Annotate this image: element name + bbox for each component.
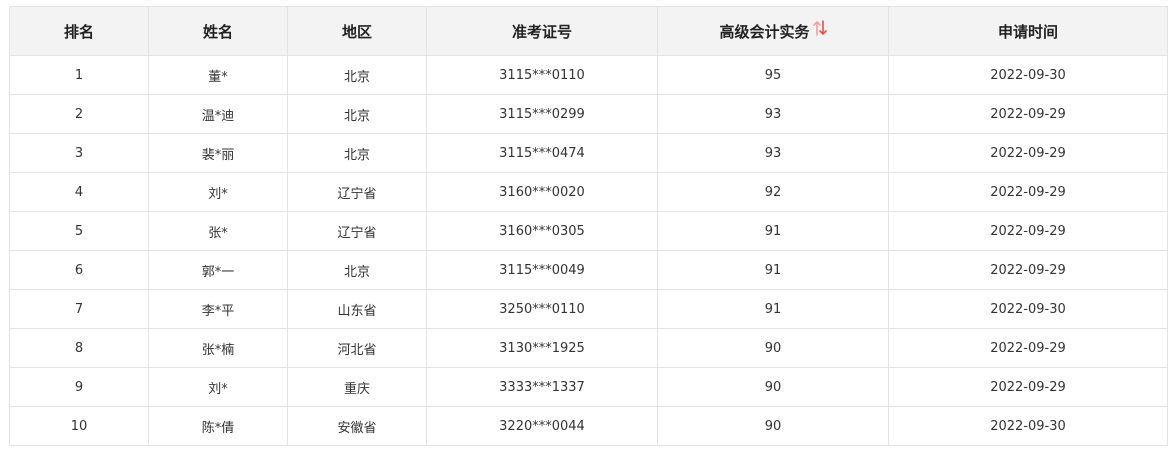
table-row: 2 温*迪 北京 3115***0299 93 2022-09-29 — [9, 94, 1168, 134]
cell-name: 董* — [148, 55, 288, 95]
table-row: 4 刘* 辽宁省 3160***0020 92 2022-09-29 — [9, 172, 1168, 212]
cell-apply-date: 2022-09-29 — [888, 367, 1168, 407]
cell-region: 北京 — [287, 133, 427, 173]
cell-apply-date: 2022-09-29 — [888, 211, 1168, 251]
cell-rank: 5 — [9, 211, 149, 251]
cell-ticket-number: 3115***0049 — [426, 250, 658, 290]
cell-region: 山东省 — [287, 289, 427, 329]
cell-region: 北京 — [287, 94, 427, 134]
header-row: 排名 姓名 地区 准考证号 高级会计实务 申请时间 — [9, 6, 1168, 56]
header-rank: 排名 — [9, 6, 149, 56]
table-row: 9 刘* 重庆 3333***1337 90 2022-09-29 — [9, 367, 1168, 407]
cell-score: 93 — [657, 133, 889, 173]
cell-apply-date: 2022-09-30 — [888, 406, 1168, 446]
cell-name: 郭*一 — [148, 250, 288, 290]
cell-rank: 8 — [9, 328, 149, 368]
cell-ticket-number: 3130***1925 — [426, 328, 658, 368]
cell-ticket-number: 3160***0020 — [426, 172, 658, 212]
table-body: 1 董* 北京 3115***0110 95 2022-09-30 2 温*迪 北京 3115**… — [9, 55, 1168, 446]
cell-score: 90 — [657, 328, 889, 368]
cell-apply-date: 2022-09-29 — [888, 133, 1168, 173]
cell-rank: 4 — [9, 172, 149, 212]
cell-score: 90 — [657, 406, 889, 446]
cell-ticket-number: 3220***0044 — [426, 406, 658, 446]
ranking-table-container: 排名 姓名 地区 准考证号 高级会计实务 申请时间 1 董* 北京 3115**… — [9, 6, 1168, 446]
cell-region: 重庆 — [287, 367, 427, 407]
cell-rank: 2 — [9, 94, 149, 134]
table-header: 排名 姓名 地区 准考证号 高级会计实务 申请时间 — [9, 6, 1168, 56]
cell-score: 91 — [657, 250, 889, 290]
cell-apply-date: 2022-09-30 — [888, 289, 1168, 329]
cell-apply-date: 2022-09-29 — [888, 172, 1168, 212]
cell-apply-date: 2022-09-29 — [888, 250, 1168, 290]
cell-apply-date: 2022-09-30 — [888, 55, 1168, 95]
table-row: 10 陈*倩 安徽省 3220***0044 90 2022-09-30 — [9, 406, 1168, 446]
cell-score: 91 — [657, 289, 889, 329]
cell-rank: 10 — [9, 406, 149, 446]
header-score-inner: 高级会计实务 — [719, 20, 827, 42]
cell-apply-date: 2022-09-29 — [888, 94, 1168, 134]
cell-rank: 9 — [9, 367, 149, 407]
table-row: 5 张* 辽宁省 3160***0305 91 2022-09-29 — [9, 211, 1168, 251]
cell-region: 河北省 — [287, 328, 427, 368]
cell-ticket-number: 3160***0305 — [426, 211, 658, 251]
table-row: 7 李*平 山东省 3250***0110 91 2022-09-30 — [9, 289, 1168, 329]
cell-ticket-number: 3333***1337 — [426, 367, 658, 407]
cell-score: 92 — [657, 172, 889, 212]
table-row: 8 张*楠 河北省 3130***1925 90 2022-09-29 — [9, 328, 1168, 368]
sort-arrows-icon[interactable] — [812, 20, 827, 40]
cell-score: 93 — [657, 94, 889, 134]
cell-ticket-number: 3250***0110 — [426, 289, 658, 329]
header-score-label: 高级会计实务 — [719, 22, 810, 41]
ranking-table: 排名 姓名 地区 准考证号 高级会计实务 申请时间 1 董* 北京 3115**… — [9, 6, 1168, 446]
cell-name: 陈*倩 — [148, 406, 288, 446]
cell-region: 北京 — [287, 250, 427, 290]
cell-name: 李*平 — [148, 289, 288, 329]
cell-name: 裴*丽 — [148, 133, 288, 173]
table-row: 6 郭*一 北京 3115***0049 91 2022-09-29 — [9, 250, 1168, 290]
table-row: 3 裴*丽 北京 3115***0474 93 2022-09-29 — [9, 133, 1168, 173]
cell-region: 北京 — [287, 55, 427, 95]
cell-name: 刘* — [148, 367, 288, 407]
cell-ticket-number: 3115***0110 — [426, 55, 658, 95]
cell-name: 张*楠 — [148, 328, 288, 368]
cell-name: 刘* — [148, 172, 288, 212]
cell-name: 温*迪 — [148, 94, 288, 134]
cell-region: 辽宁省 — [287, 211, 427, 251]
cell-score: 90 — [657, 367, 889, 407]
cell-rank: 1 — [9, 55, 149, 95]
cell-ticket-number: 3115***0299 — [426, 94, 658, 134]
cell-apply-date: 2022-09-29 — [888, 328, 1168, 368]
header-name: 姓名 — [148, 6, 288, 56]
cell-rank: 3 — [9, 133, 149, 173]
header-score-sort[interactable]: 高级会计实务 — [657, 6, 889, 56]
header-apply-date: 申请时间 — [888, 6, 1168, 56]
cell-score: 95 — [657, 55, 889, 95]
cell-region: 辽宁省 — [287, 172, 427, 212]
cell-rank: 6 — [9, 250, 149, 290]
cell-rank: 7 — [9, 289, 149, 329]
cell-name: 张* — [148, 211, 288, 251]
header-ticket-number: 准考证号 — [426, 6, 658, 56]
table-row: 1 董* 北京 3115***0110 95 2022-09-30 — [9, 55, 1168, 95]
header-region: 地区 — [287, 6, 427, 56]
cell-score: 91 — [657, 211, 889, 251]
cell-ticket-number: 3115***0474 — [426, 133, 658, 173]
cell-region: 安徽省 — [287, 406, 427, 446]
